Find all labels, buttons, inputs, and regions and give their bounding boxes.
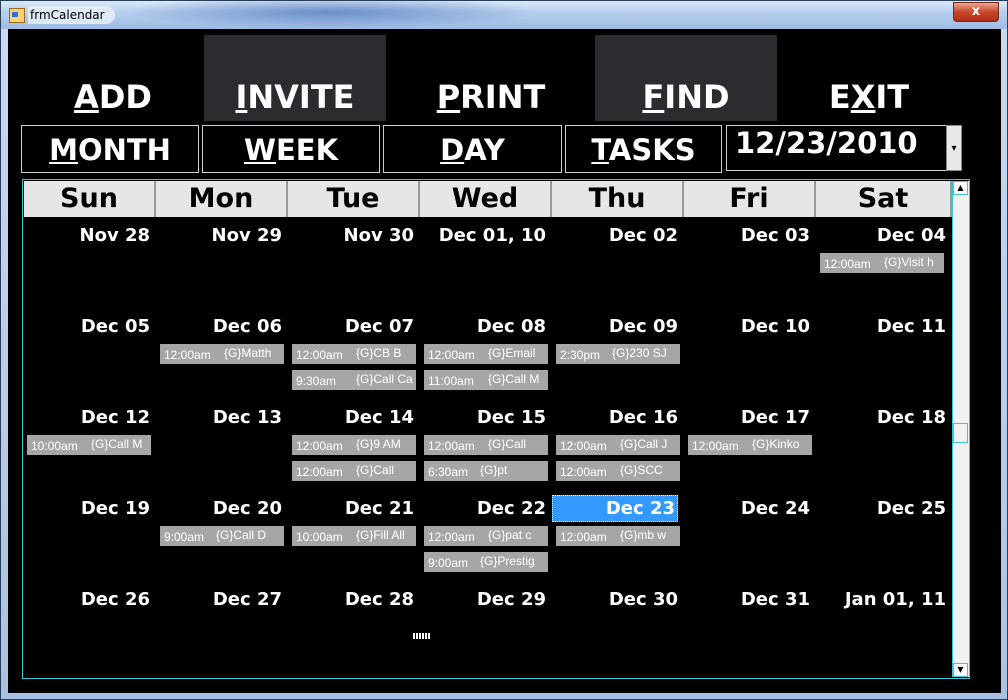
vertical-scrollbar[interactable]: ▲ ▼: [952, 181, 969, 677]
chevron-down-icon[interactable]: ▾: [946, 125, 962, 171]
calendar-event[interactable]: 12:00am {G}SCC: [556, 461, 680, 481]
calendar-event[interactable]: 12:00am {G}Visit h: [820, 253, 944, 273]
scroll-down-icon[interactable]: ▼: [953, 663, 968, 677]
date-picker-value: 12/23/2010: [735, 126, 918, 160]
calendar-client-area: ADD INVITE PRINT FIND EXIT MONTH WEEK DA…: [8, 29, 1001, 693]
calendar-event[interactable]: 11:00am {G}Call M: [424, 370, 548, 390]
day-cell-label[interactable]: Nov 29: [156, 224, 282, 248]
weekday-header-tue: Tue: [288, 181, 420, 217]
app-icon: [9, 8, 25, 23]
day-cell-label[interactable]: Dec 14: [288, 406, 414, 430]
day-cell-label[interactable]: Dec 09: [552, 315, 678, 339]
day-cell-label[interactable]: Dec 04: [820, 224, 946, 248]
calendar-event[interactable]: 6:30am {G}pt: [424, 461, 548, 481]
scrollbar-thumb[interactable]: [953, 423, 968, 443]
day-cell-label[interactable]: Dec 19: [24, 497, 150, 521]
day-cell-label[interactable]: Dec 29: [420, 588, 546, 612]
day-cell-label[interactable]: Dec 13: [156, 406, 282, 430]
calendar-event[interactable]: 12:00am {G}pat c: [424, 526, 548, 546]
close-button[interactable]: x: [953, 2, 999, 22]
scroll-up-icon[interactable]: ▲: [953, 181, 968, 195]
day-cell-label[interactable]: Dec 21: [288, 497, 414, 521]
window-title: frmCalendar: [28, 6, 115, 24]
exit-button[interactable]: EXIT: [778, 35, 960, 121]
day-cell-label[interactable]: Dec 03: [684, 224, 810, 248]
day-cell-label[interactable]: Dec 08: [420, 315, 546, 339]
calendar-event[interactable]: 12:00am {G}Call: [292, 461, 416, 481]
day-cell-label[interactable]: Dec 28: [288, 588, 414, 612]
calendar-event[interactable]: 12:00am {G}Email: [424, 344, 548, 364]
day-cell-label[interactable]: Dec 02: [552, 224, 678, 248]
app-window: frmCalendar x ADD INVITE PRINT FIND EXIT…: [0, 0, 1008, 700]
calendar-event[interactable]: 9:30am {G}Call Ca: [292, 370, 416, 390]
weekday-header-sat: Sat: [816, 181, 952, 217]
day-cell-label[interactable]: Dec 22: [420, 497, 546, 521]
title-bar[interactable]: frmCalendar x: [1, 1, 1007, 29]
weekday-header-sun: Sun: [24, 181, 156, 217]
day-cell-label[interactable]: Nov 28: [24, 224, 150, 248]
calendar-event[interactable]: 2:30pm {G}230 SJ: [556, 344, 680, 364]
today-cell-label[interactable]: Dec 23: [552, 495, 678, 522]
weekday-header-thu: Thu: [552, 181, 684, 217]
day-cell-label[interactable]: Dec 17: [684, 406, 810, 430]
day-cell-label[interactable]: Dec 12: [24, 406, 150, 430]
day-cell-label[interactable]: Dec 11: [820, 315, 946, 339]
resize-handle-icon[interactable]: [413, 633, 431, 639]
day-cell-label[interactable]: Dec 26: [24, 588, 150, 612]
day-cell-label[interactable]: Nov 30: [288, 224, 414, 248]
day-cell-label[interactable]: Dec 20: [156, 497, 282, 521]
day-cell-label[interactable]: Dec 16: [552, 406, 678, 430]
calendar-event[interactable]: 9:00am {G}Call D: [160, 526, 284, 546]
calendar-event[interactable]: 12:00am {G}Matth: [160, 344, 284, 364]
week-view-button[interactable]: WEEK: [202, 125, 380, 173]
month-view-button[interactable]: MONTH: [21, 125, 199, 173]
add-button[interactable]: ADD: [22, 35, 204, 121]
day-cell-label[interactable]: Dec 10: [684, 315, 810, 339]
weekday-header-mon: Mon: [156, 181, 288, 217]
print-button[interactable]: PRINT: [400, 35, 582, 121]
calendar-event[interactable]: 12:00am {G}Call: [424, 435, 548, 455]
day-cell-label[interactable]: Dec 15: [420, 406, 546, 430]
day-cell-label[interactable]: Dec 25: [820, 497, 946, 521]
month-grid: Sun Mon Tue Wed Thu Fri Sat Nov 28 Nov 2…: [22, 179, 970, 679]
day-cell-label[interactable]: Dec 27: [156, 588, 282, 612]
weekday-header-fri: Fri: [684, 181, 816, 217]
invite-button[interactable]: INVITE: [204, 35, 386, 121]
date-picker[interactable]: 12/23/2010 ▾: [726, 125, 962, 171]
day-cell-label[interactable]: Jan 01, 11: [820, 588, 946, 612]
calendar-event[interactable]: 12:00am {G}9 AM: [292, 435, 416, 455]
day-cell-label[interactable]: Dec 01, 10: [420, 224, 546, 248]
calendar-event[interactable]: 12:00am {G}CB B: [292, 344, 416, 364]
day-cell-label[interactable]: Dec 31: [684, 588, 810, 612]
find-button[interactable]: FIND: [595, 35, 777, 121]
calendar-event[interactable]: 12:00am {G}Kinko: [688, 435, 812, 455]
calendar-event[interactable]: 12:00am {G}Call J: [556, 435, 680, 455]
day-cell-label[interactable]: Dec 30: [552, 588, 678, 612]
day-cell-label[interactable]: Dec 24: [684, 497, 810, 521]
tasks-view-button[interactable]: TASKS: [565, 125, 722, 173]
calendar-event[interactable]: 9:00am {G}Prestig: [424, 552, 548, 572]
weekday-header-wed: Wed: [420, 181, 552, 217]
calendar-event[interactable]: 10:00am {G}Fill All: [292, 526, 416, 546]
calendar-event[interactable]: 10:00am {G}Call M: [27, 435, 151, 455]
day-cell-label[interactable]: Dec 07: [288, 315, 414, 339]
day-cell-label[interactable]: Dec 06: [156, 315, 282, 339]
calendar-event[interactable]: 12:00am {G}mb w: [556, 526, 680, 546]
day-view-button[interactable]: DAY: [383, 125, 562, 173]
day-cell-label[interactable]: Dec 18: [820, 406, 946, 430]
day-cell-label[interactable]: Dec 05: [24, 315, 150, 339]
